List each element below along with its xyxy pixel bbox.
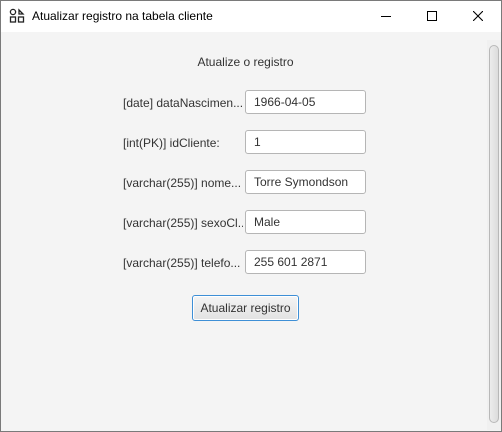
form-heading: Atualize o registro [197, 55, 294, 69]
close-icon [472, 8, 484, 26]
id-cliente-field[interactable] [245, 130, 366, 154]
nome-field[interactable] [245, 170, 366, 194]
maximize-icon [427, 8, 437, 26]
window-title: Atualizar registro na tabela cliente [32, 9, 213, 23]
field-label-nome: [varchar(255)] nome... [123, 176, 242, 190]
minimize-button[interactable] [363, 1, 409, 32]
field-label-id-cliente: [int(PK)] idCliente: [123, 136, 220, 150]
field-label-telefone: [varchar(255)] telefo... [123, 256, 241, 270]
telefone-field[interactable] [245, 250, 366, 274]
scrollbar-thumb[interactable] [489, 45, 499, 423]
dialog-window: Atualizar registro na tabela cliente Atu… [0, 0, 502, 432]
field-label-data-nascimento: [date] dataNascimen... [123, 96, 243, 110]
app-icon [9, 8, 25, 24]
maximize-button[interactable] [409, 1, 455, 32]
vertical-scrollbar[interactable] [487, 40, 501, 430]
data-nascimento-field[interactable] [245, 90, 366, 114]
form-panel: Atualize o registro [date] dataNascimen.… [1, 32, 501, 431]
minimize-icon [381, 8, 391, 26]
close-button[interactable] [455, 1, 501, 32]
sexo-field[interactable] [245, 210, 366, 234]
field-label-sexo: [varchar(255)] sexoCl... [123, 216, 243, 230]
title-bar[interactable]: Atualizar registro na tabela cliente [1, 1, 501, 32]
update-record-button[interactable]: Atualizar registro [192, 295, 299, 321]
